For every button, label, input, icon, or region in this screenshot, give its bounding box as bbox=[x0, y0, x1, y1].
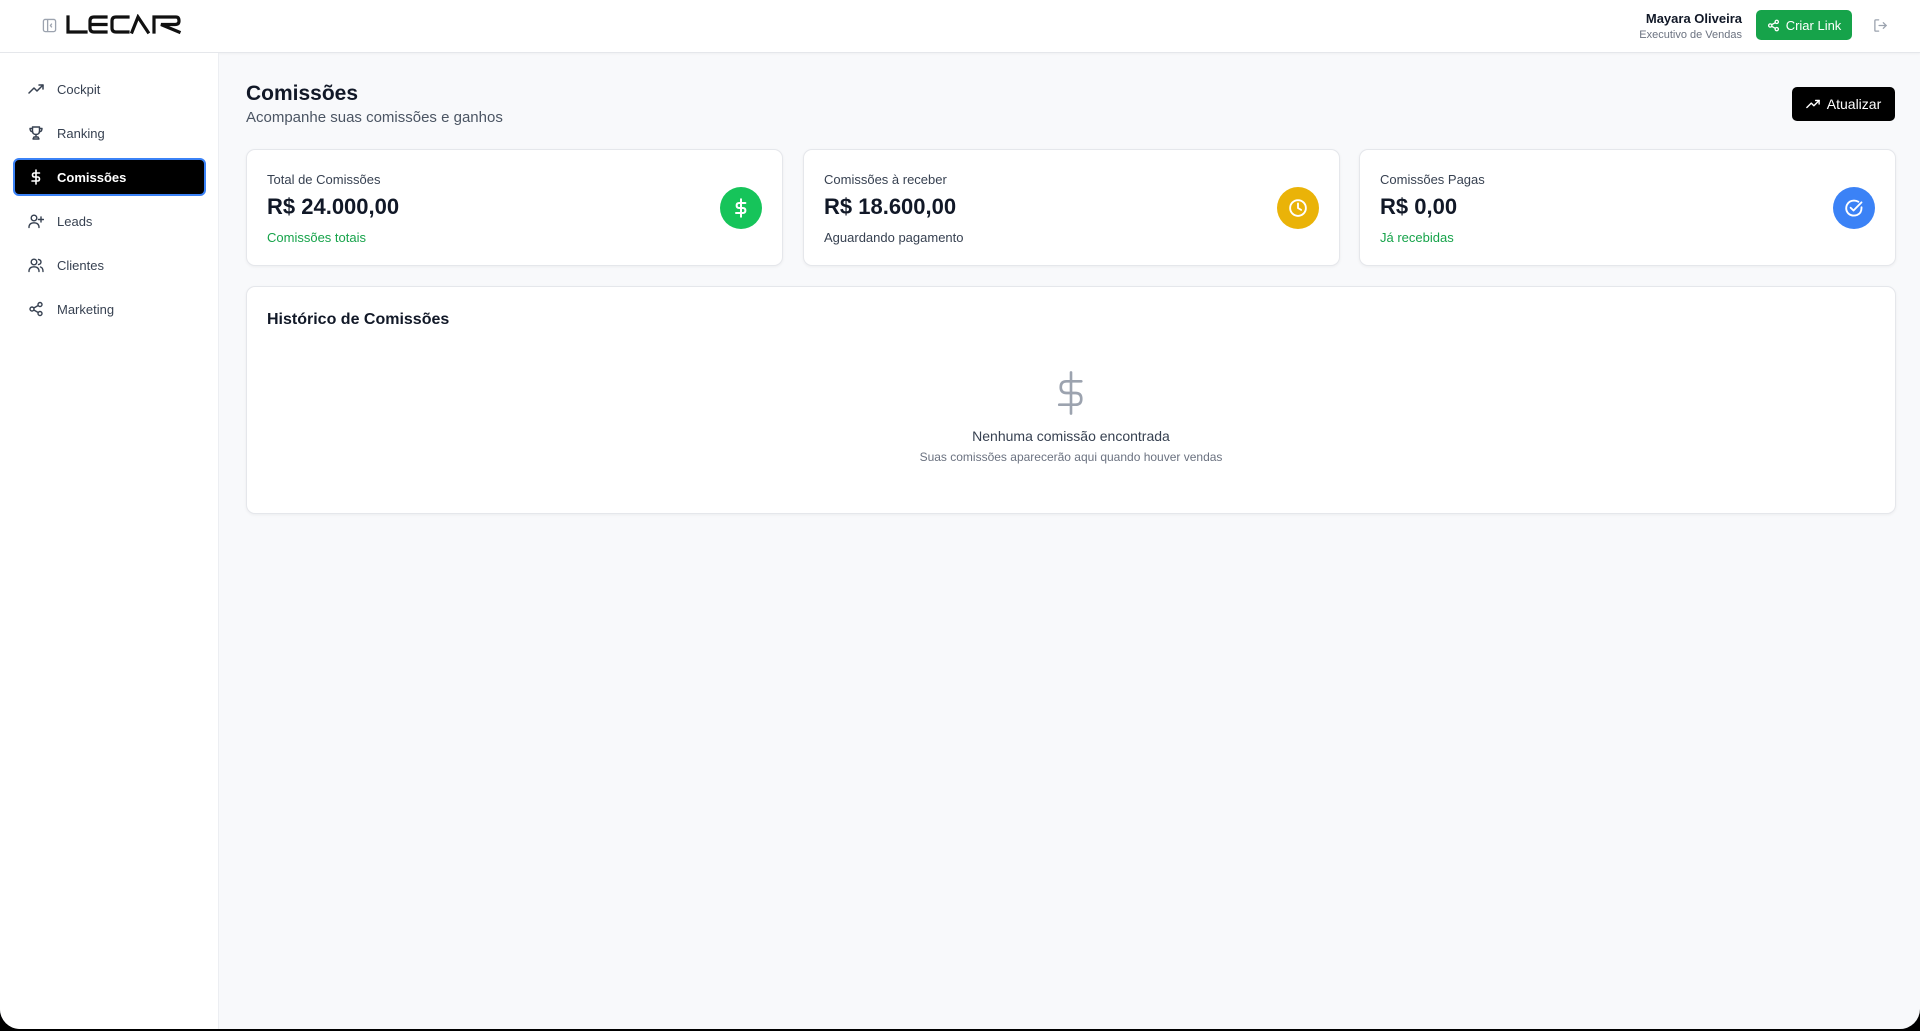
stat-label: Comissões à receber bbox=[824, 172, 947, 187]
sidebar-item-label: Marketing bbox=[57, 301, 115, 317]
clock-icon bbox=[1277, 187, 1319, 229]
create-link-label: Criar Link bbox=[1785, 17, 1842, 33]
user-plus-icon bbox=[27, 212, 45, 230]
dollar-sign-icon bbox=[720, 187, 762, 229]
stat-sub: Já recebidas bbox=[1380, 230, 1454, 245]
create-link-button[interactable]: Criar Link bbox=[1756, 10, 1852, 40]
share-icon bbox=[1767, 19, 1779, 31]
user-name: Mayara Oliveira bbox=[1645, 11, 1742, 26]
sidebar-item-label: Ranking bbox=[57, 125, 105, 141]
trending-up-icon bbox=[27, 80, 45, 98]
commission-history-card: Histórico de Comissões Nenhuma comissão … bbox=[246, 286, 1896, 514]
sidebar-item-label: Clientes bbox=[57, 257, 104, 273]
stat-card-receivable: Comissões à receber R$ 18.600,00 Aguarda… bbox=[803, 149, 1340, 266]
page-subtitle: Acompanhe suas comissões e ganhos bbox=[246, 109, 503, 126]
sidebar-item-clientes[interactable]: Clientes bbox=[13, 246, 206, 284]
sidebar: Cockpit Ranking Comissões Leads Clientes… bbox=[0, 53, 219, 1029]
stat-label: Comissões Pagas bbox=[1380, 172, 1485, 187]
stat-card-total: Total de Comissões R$ 24.000,00 Comissõe… bbox=[246, 149, 783, 266]
empty-state-subtitle: Suas comissões aparecerão aqui quando ho… bbox=[919, 450, 1223, 464]
lecar-logo[interactable] bbox=[66, 13, 182, 36]
stat-label: Total de Comissões bbox=[267, 172, 381, 187]
sidebar-nav: Cockpit Ranking Comissões Leads Clientes… bbox=[13, 70, 206, 334]
trophy-icon bbox=[27, 124, 45, 142]
stat-card-paid: Comissões Pagas R$ 0,00 Já recebidas bbox=[1359, 149, 1896, 266]
top-header: Mayara Oliveira Executivo de Vendas Cria… bbox=[0, 0, 1920, 53]
user-role: Executivo de Vendas bbox=[1639, 29, 1742, 41]
dollar-sign-icon bbox=[27, 168, 45, 186]
check-circle-icon bbox=[1833, 187, 1875, 229]
sidebar-toggle-icon[interactable] bbox=[41, 17, 58, 34]
sidebar-item-comissoes[interactable]: Comissões bbox=[13, 158, 206, 196]
sidebar-item-label: Leads bbox=[57, 213, 93, 229]
stat-sub: Aguardando pagamento bbox=[824, 230, 964, 245]
history-title: Histórico de Comissões bbox=[267, 311, 450, 328]
logout-icon[interactable] bbox=[1871, 16, 1889, 34]
stat-value: R$ 24.000,00 bbox=[267, 194, 400, 219]
page-title: Comissões bbox=[246, 82, 359, 105]
refresh-label: Atualizar bbox=[1826, 96, 1882, 112]
refresh-button[interactable]: Atualizar bbox=[1792, 87, 1895, 121]
sidebar-item-label: Comissões bbox=[57, 169, 127, 185]
sidebar-item-leads[interactable]: Leads bbox=[13, 202, 206, 240]
sidebar-item-marketing[interactable]: Marketing bbox=[13, 290, 206, 328]
user-info[interactable]: Mayara Oliveira Executivo de Vendas bbox=[1639, 11, 1742, 42]
empty-state-title: Nenhuma comissão encontrada bbox=[972, 428, 1170, 444]
sidebar-item-cockpit[interactable]: Cockpit bbox=[13, 70, 206, 108]
users-icon bbox=[27, 256, 45, 274]
share-icon bbox=[27, 300, 45, 318]
trending-up-icon bbox=[1805, 99, 1820, 109]
stat-value: R$ 0,00 bbox=[1380, 194, 1458, 219]
sidebar-item-label: Cockpit bbox=[57, 81, 101, 97]
sidebar-item-ranking[interactable]: Ranking bbox=[13, 114, 206, 152]
stat-sub: Comissões totais bbox=[267, 230, 366, 245]
dollar-sign-icon bbox=[1053, 371, 1089, 415]
app-window: Mayara Oliveira Executivo de Vendas Cria… bbox=[0, 0, 1920, 1029]
stat-value: R$ 18.600,00 bbox=[824, 194, 957, 219]
